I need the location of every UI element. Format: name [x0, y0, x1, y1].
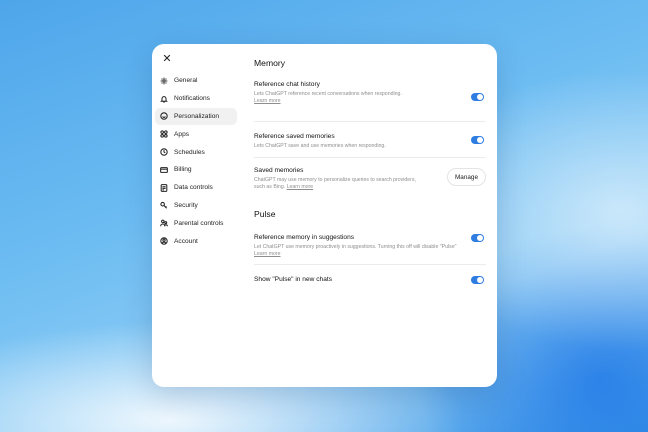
desktop-background: ✕ General Notifications Personalization [0, 0, 648, 432]
close-icon[interactable]: ✕ [160, 52, 174, 66]
data-icon [159, 183, 168, 192]
pulse-section-title: Pulse [254, 209, 276, 219]
sidebar-item-account[interactable]: Account [155, 232, 237, 250]
show-pulse-row: Show "Pulse" in new chats [254, 265, 486, 293]
reference-chat-history-row: Reference chat history Lets ChatGPT refe… [254, 70, 486, 122]
setting-description: Let ChatGPT use memory proactively in su… [254, 244, 459, 258]
setting-description: Lets ChatGPT reference recent conversati… [254, 91, 439, 105]
personalization-icon [159, 112, 168, 121]
sidebar-item-schedules[interactable]: Schedules [155, 143, 237, 161]
bell-icon [159, 94, 168, 103]
setting-title: Show "Pulse" in new chats [254, 276, 332, 283]
sidebar-item-billing[interactable]: Billing [155, 161, 237, 179]
sidebar-item-label: General [174, 77, 198, 85]
memory-section-title: Memory [254, 58, 286, 68]
setting-description-text: Lets ChatGPT reference recent conversati… [254, 91, 402, 97]
gear-icon [159, 76, 168, 85]
credit-card-icon [159, 165, 168, 174]
learn-more-link[interactable]: Learn more [254, 251, 281, 257]
sidebar-item-label: Notifications [174, 95, 210, 103]
key-icon [159, 201, 168, 210]
reference-memory-suggestions-toggle[interactable] [471, 234, 484, 242]
settings-sidebar: General Notifications Personalization Ap… [155, 72, 237, 250]
sidebar-item-general[interactable]: General [155, 72, 237, 90]
setting-description: Lets ChatGPT save and use memories when … [254, 143, 386, 149]
learn-more-link[interactable]: Learn more [287, 184, 314, 190]
sidebar-item-label: Parental controls [174, 219, 224, 227]
saved-memories-row: Saved memories ChatGPT may use memory to… [254, 158, 486, 198]
sidebar-item-label: Data controls [174, 184, 213, 192]
setting-title: Reference chat history [254, 81, 320, 88]
sidebar-item-personalization[interactable]: Personalization [155, 107, 237, 126]
sidebar-item-parental-controls[interactable]: Parental controls [155, 214, 237, 232]
sidebar-item-data-controls[interactable]: Data controls [155, 179, 237, 197]
user-icon [159, 237, 168, 246]
settings-content: Memory Reference chat history Lets ChatG… [254, 56, 486, 293]
reference-chat-history-toggle[interactable] [471, 93, 484, 101]
apps-grid-icon [159, 130, 168, 139]
sidebar-item-apps[interactable]: Apps [155, 125, 237, 143]
family-icon [159, 219, 168, 228]
sidebar-item-notifications[interactable]: Notifications [155, 90, 237, 108]
reference-saved-memories-row: Reference saved memories Lets ChatGPT sa… [254, 122, 486, 158]
setting-description-text: ChatGPT may use memory to personalize qu… [254, 177, 416, 190]
setting-title: Reference memory in suggestions [254, 234, 355, 241]
sidebar-item-label: Security [174, 201, 198, 209]
learn-more-link[interactable]: Learn more [254, 98, 281, 104]
sidebar-item-label: Account [174, 237, 198, 245]
sidebar-item-label: Apps [174, 130, 190, 138]
sidebar-item-label: Personalization [174, 112, 220, 120]
setting-description-text: Let ChatGPT use memory proactively in su… [254, 244, 457, 250]
sidebar-item-label: Schedules [174, 148, 205, 156]
manage-memories-button[interactable]: Manage [447, 168, 486, 186]
setting-description: ChatGPT may use memory to personalize qu… [254, 177, 424, 191]
sidebar-item-security[interactable]: Security [155, 197, 237, 215]
clock-icon [159, 148, 168, 157]
setting-title: Reference saved memories [254, 133, 335, 140]
reference-memory-suggestions-row: Reference memory in suggestions Let Chat… [254, 221, 486, 265]
sidebar-item-label: Billing [174, 166, 192, 174]
settings-dialog: ✕ General Notifications Personalization [152, 44, 497, 387]
reference-saved-memories-toggle[interactable] [471, 136, 484, 144]
show-pulse-toggle[interactable] [471, 276, 484, 284]
